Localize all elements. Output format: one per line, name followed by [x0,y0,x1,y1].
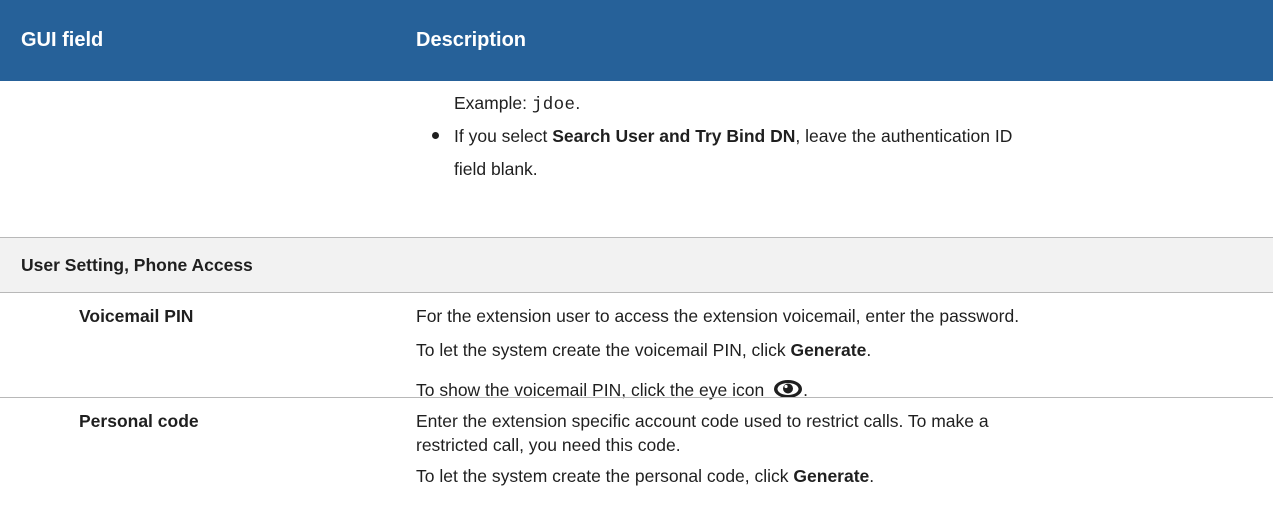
voicemail-desc-line2: To let the system create the voicemail P… [416,340,872,360]
bullet-text-line2: field blank. [454,159,538,179]
table-header-row: GUI field Description [0,0,1273,81]
voicemail-desc-line1: For the extension user to access the ext… [416,306,1020,326]
section-title: User Setting, Phone Access [21,255,253,275]
table-row-voicemail-pin: Voicemail PIN For the extension user to … [0,293,1273,400]
header-gui-field: GUI field [21,29,104,51]
field-description-table: GUI field Description Example: jdoe. If … [0,0,1273,505]
field-name-voicemail-pin: Voicemail PIN [79,306,194,326]
header-description: Description [416,29,527,51]
bullet-text-line1: If you select Search User and Try Bind D… [454,126,1013,146]
table-row-personal-code: Personal code Enter the extension specif… [0,398,1273,505]
table-row-continuation: Example: jdoe. If you select Search User… [0,81,1273,238]
field-name-personal-code: Personal code [79,411,199,431]
personal-desc-line1: Enter the extension specific account cod… [416,411,989,431]
personal-desc-line2: restricted call, you need this code. [416,435,681,455]
section-heading-row: User Setting, Phone Access [0,238,1273,293]
example-line: Example: jdoe. [454,93,581,115]
personal-desc-line3: To let the system create the personal co… [416,466,875,486]
bullet-dot [432,132,439,139]
example-value: jdoe [531,95,576,115]
